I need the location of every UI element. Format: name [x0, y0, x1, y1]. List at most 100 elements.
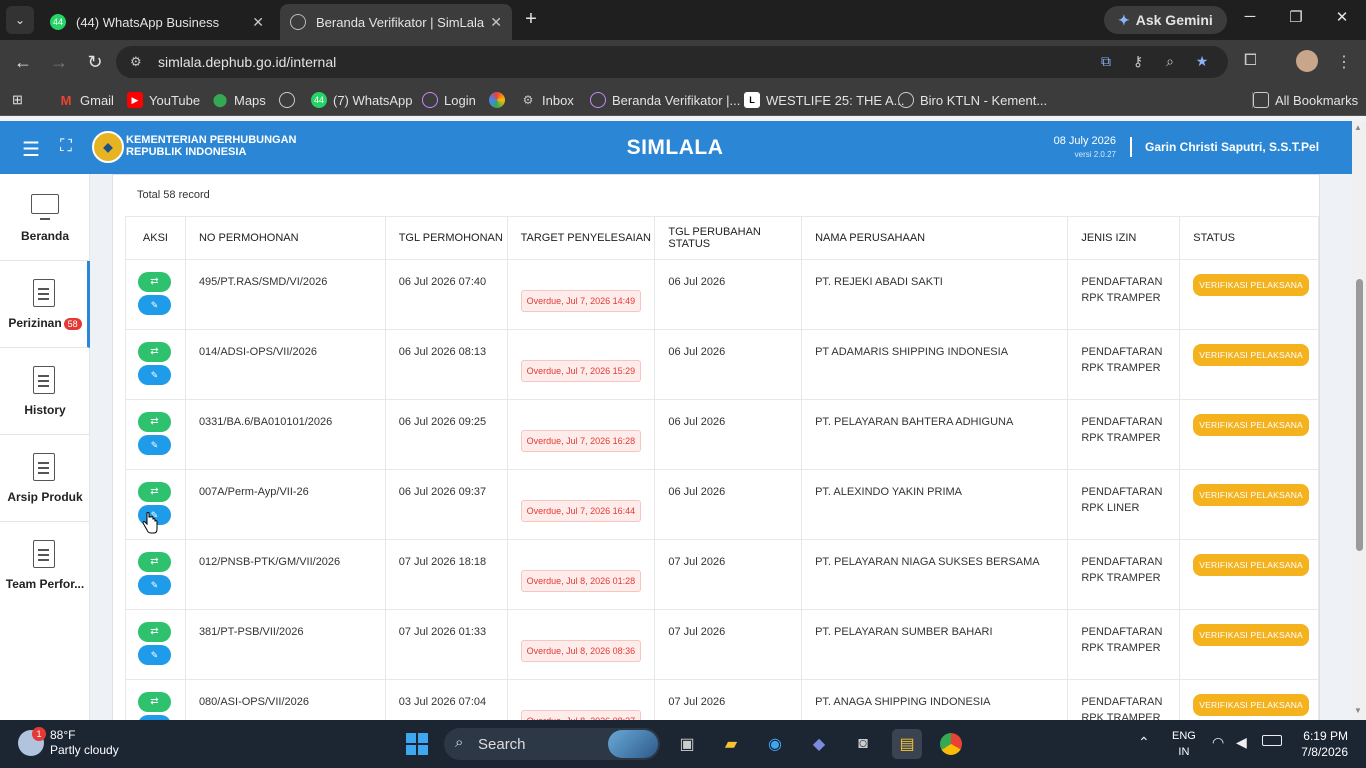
tab-search-button[interactable]: ⌄	[6, 6, 34, 34]
lang-primary: ENG	[1172, 730, 1196, 742]
camera-icon[interactable]: ◙	[848, 729, 878, 759]
user-name[interactable]: Garin Christi Saputri, S.S.T.Pel	[1145, 140, 1319, 154]
wifi-icon[interactable]: ◠	[1212, 734, 1224, 751]
jenis-izin-cell: PENDAFTARAN RPK TRAMPER	[1067, 259, 1181, 330]
switch-status-button[interactable]: ⇄	[138, 552, 171, 572]
bookmark-westlife[interactable]: L WESTLIFE 25: THE A...	[744, 92, 904, 108]
install-app-icon[interactable]: ⧉	[1096, 53, 1116, 71]
system-clock[interactable]: 6:19 PM 7/8/2026	[1290, 728, 1348, 760]
column-header-no-permohonan[interactable]: NO PERMOHONAN	[184, 216, 386, 260]
tgl-perubahan-cell: 06 Jul 2026	[654, 399, 803, 470]
switch-status-button[interactable]: ⇄	[138, 342, 171, 362]
column-header-jenis-izin[interactable]: JENIS IZIN	[1067, 216, 1181, 260]
column-header-target[interactable]: TARGET PENYELESAIAN	[506, 216, 656, 260]
edge-browser-icon[interactable]: ◉	[760, 729, 790, 759]
password-key-icon[interactable]: ⚷	[1128, 53, 1148, 71]
apps-grid-icon[interactable]: ⊞	[12, 92, 23, 108]
show-hidden-icons-icon[interactable]: ⌃	[1138, 734, 1150, 751]
target-cell: Overdue, Jul 8, 2026 01:28	[506, 539, 656, 610]
switch-status-button[interactable]: ⇄	[138, 272, 171, 292]
table-row: ⇄ ✎ 0331/BA.6/BA010101/2026 06 Jul 2026 09:…	[125, 399, 1319, 470]
no-permohonan-cell: 007A/Perm-Ayp/VII-26	[184, 469, 386, 540]
close-tab-icon[interactable]: ✕	[252, 14, 264, 31]
bookmark-globe[interactable]	[279, 92, 295, 108]
tab-whatsapp[interactable]: 44 (44) WhatsApp Business ✕	[40, 4, 274, 40]
taskbar-search[interactable]: ⌕ Search	[444, 728, 660, 760]
sidebar-item-arsip-produk[interactable]: Arsip Produk	[0, 435, 90, 522]
jenis-izin-line-1: PENDAFTARAN	[1081, 626, 1163, 638]
overdue-badge: Overdue, Jul 7, 2026 14:49	[520, 290, 642, 312]
edit-button[interactable]: ✎	[138, 645, 171, 665]
scroll-up-arrow-icon[interactable]: ▲	[1354, 123, 1362, 132]
new-tab-button[interactable]: +	[520, 8, 542, 30]
bookmark-youtube[interactable]: ▶ YouTube	[127, 92, 200, 108]
status-badge: VERIFIKASI PELAKSANA	[1193, 694, 1309, 716]
file-explorer-icon[interactable]: ▰	[716, 729, 746, 759]
reload-button[interactable]: ↻	[84, 51, 106, 73]
bookmark-login[interactable]: Login	[422, 92, 476, 108]
column-header-nama-perusahaan[interactable]: NAMA PERUSAHAAN	[801, 216, 1069, 260]
sticky-notes-icon[interactable]: ▤	[892, 729, 922, 759]
column-header-tgl-perubahan[interactable]: TGL PERUBAHAN STATUS	[654, 216, 803, 260]
scrollbar-thumb[interactable]	[1356, 279, 1363, 551]
bookmark-inbox[interactable]: ⚙ Inbox	[520, 92, 574, 108]
app-version: versi 2.0.27	[1074, 150, 1116, 159]
page-scrollbar[interactable]: ▲ ▼	[1352, 121, 1366, 720]
switch-status-button[interactable]: ⇄	[138, 482, 171, 502]
hamburger-menu-icon[interactable]: ☰	[22, 137, 40, 162]
bookmark-maps[interactable]: ⬤ Maps	[212, 92, 266, 108]
address-bar[interactable]: ⚙ simlala.dephub.go.id/internal ⧉ ⚷ ⌕ ★	[116, 46, 1228, 78]
switch-status-button[interactable]: ⇄	[138, 692, 171, 712]
all-bookmarks-button[interactable]: All Bookmarks	[1252, 92, 1358, 108]
column-header-status[interactable]: STATUS	[1179, 216, 1319, 260]
sidebar-item-perizinan[interactable]: Perizinan 58	[0, 261, 90, 348]
bookmark-photos[interactable]	[489, 92, 505, 108]
chrome-menu-icon[interactable]: ⋮	[1336, 52, 1352, 72]
windows-start-icon[interactable]	[402, 729, 432, 759]
bookmark-biro-ktln[interactable]: Biro KTLN - Kement...	[898, 92, 1047, 108]
task-view-icon[interactable]: ▣	[672, 729, 702, 759]
tab-simlala[interactable]: Beranda Verifikator | SimLala ✕	[280, 4, 512, 40]
switch-status-button[interactable]: ⇄	[138, 412, 171, 432]
table-header-row: AKSI NO PERMOHONAN TGL PERMOHONAN TARGET…	[125, 216, 1319, 260]
ask-gemini-button[interactable]: ✦ Ask Gemini	[1104, 6, 1227, 34]
tgl-perubahan-cell: 06 Jul 2026	[654, 469, 803, 540]
bookmark-beranda[interactable]: Beranda Verifikator |...	[590, 92, 740, 108]
chrome-icon[interactable]	[936, 729, 966, 759]
edit-button[interactable]: ✎	[138, 575, 171, 595]
sidebar-item-history[interactable]: History	[0, 348, 90, 435]
bookmark-gmail[interactable]: M Gmail	[58, 92, 114, 108]
windows-taskbar: 1 88°F Partly cloudy ⌕ Search ▣ ▰ ◉ ◆ ◙ ▤…	[0, 720, 1366, 768]
forward-button[interactable]: →	[48, 51, 70, 73]
bookmark-label: Beranda Verifikator |...	[612, 92, 741, 108]
clock-date: 7/8/2026	[1301, 745, 1348, 759]
close-window-button[interactable]: ✕	[1330, 8, 1354, 26]
close-tab-icon[interactable]: ✕	[490, 14, 502, 31]
extensions-icon[interactable]: ⧠	[1244, 52, 1257, 70]
edit-button[interactable]: ✎	[138, 365, 171, 385]
scroll-down-arrow-icon[interactable]: ▼	[1354, 706, 1362, 715]
column-header-tgl-permohonan[interactable]: TGL PERMOHONAN	[384, 216, 508, 260]
weather-badge: 1	[32, 727, 46, 741]
document-icon	[33, 279, 55, 307]
switch-status-button[interactable]: ⇄	[138, 622, 171, 642]
profile-avatar-icon[interactable]	[1296, 50, 1318, 72]
sidebar-item-team-performance[interactable]: Team Perfor...	[0, 522, 90, 609]
app-icon[interactable]: ◆	[804, 729, 834, 759]
bookmark-star-icon[interactable]: ★	[1192, 53, 1212, 71]
fullscreen-icon[interactable]: ⛶	[60, 136, 72, 156]
volume-icon[interactable]: ◀	[1236, 734, 1247, 751]
bookmark-whatsapp[interactable]: 44 (7) WhatsApp	[311, 92, 412, 108]
back-button[interactable]: ←	[12, 51, 34, 73]
edit-button[interactable]: ✎	[138, 295, 171, 315]
minimize-button[interactable]: ─	[1238, 8, 1262, 25]
jenis-izin-line-1: PENDAFTARAN	[1081, 556, 1163, 568]
restore-button[interactable]: ❐	[1284, 8, 1308, 26]
language-indicator[interactable]: ENG IN	[1172, 728, 1196, 760]
battery-icon[interactable]	[1262, 735, 1282, 746]
target-cell: Overdue, Jul 7, 2026 16:44	[506, 469, 656, 540]
edit-button[interactable]: ✎	[138, 435, 171, 455]
zoom-icon[interactable]: ⌕	[1160, 53, 1180, 71]
sidebar-item-beranda[interactable]: Beranda	[0, 174, 90, 261]
site-info-icon[interactable]: ⚙	[130, 54, 142, 70]
